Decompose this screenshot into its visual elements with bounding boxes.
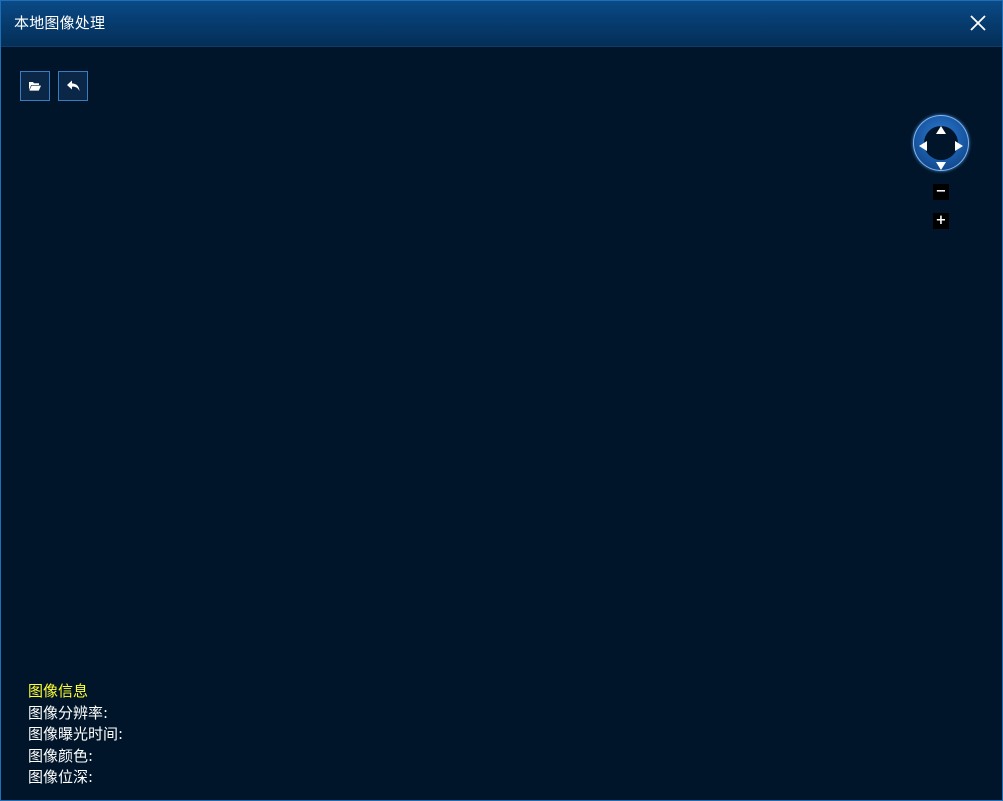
arrow-left-icon (919, 141, 927, 151)
image-info-panel: 图像信息 图像分辨率: 图像曝光时间: 图像颜色: 图像位深: (28, 681, 123, 789)
bit-depth-label: 图像位深: (28, 768, 94, 786)
close-icon (970, 15, 986, 31)
image-color-label: 图像颜色: (28, 746, 94, 765)
undo-button[interactable] (58, 71, 88, 101)
window-title: 本地图像处理 (14, 14, 106, 32)
pan-down-button[interactable] (935, 156, 947, 175)
title-bar[interactable]: 本地图像处理 (1, 1, 1002, 47)
ptz-control (913, 115, 969, 171)
arrow-down-icon (936, 162, 946, 170)
undo-icon (67, 80, 80, 91)
zoom-out-button[interactable]: − (933, 184, 949, 200)
pan-up-button[interactable] (935, 120, 947, 139)
image-processing-dialog: 本地图像处理 − + 图像信息 图像分辨率: 图像曝光时间: 图像颜色: 图像位… (0, 0, 1003, 801)
arrow-right-icon (955, 141, 963, 151)
zoom-in-button[interactable]: + (933, 213, 949, 229)
close-button[interactable] (968, 13, 988, 33)
pan-right-button[interactable] (954, 137, 964, 156)
arrow-up-icon (936, 126, 946, 134)
image-info-title: 图像信息 (28, 682, 89, 700)
pan-left-button[interactable] (918, 137, 928, 156)
folder-open-icon (29, 82, 41, 91)
open-file-button[interactable] (20, 71, 50, 101)
resolution-label: 图像分辨率: (28, 703, 109, 722)
exposure-time-label: 图像曝光时间: (28, 725, 124, 743)
